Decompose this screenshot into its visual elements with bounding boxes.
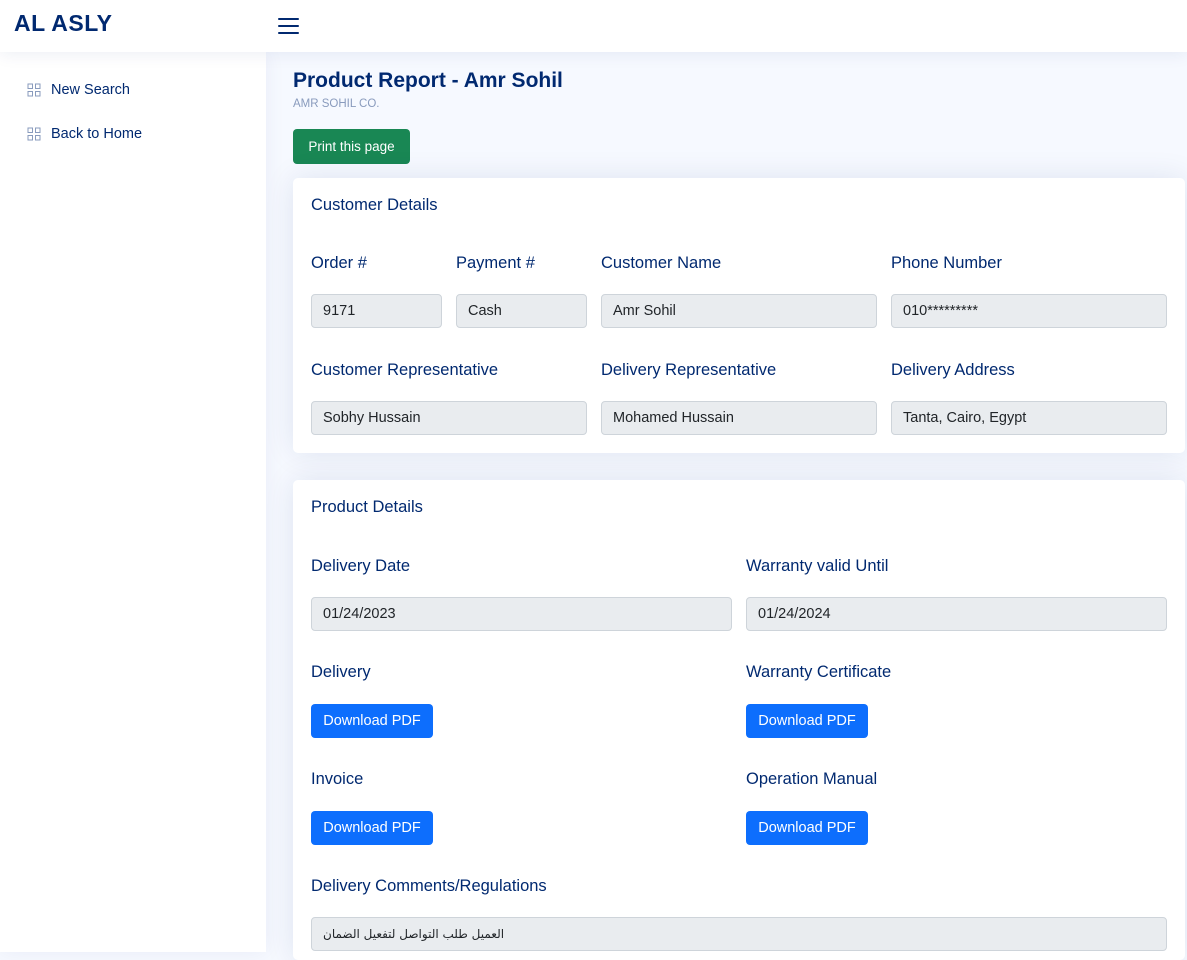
warranty-label: Warranty valid Until — [746, 557, 889, 575]
sidebar: New Search Back to Home — [0, 52, 266, 952]
sidebar-item-new-search[interactable]: New Search — [27, 79, 130, 101]
certificate-download-button[interactable]: Download PDF — [746, 704, 868, 738]
sidebar-item-label: Back to Home — [51, 126, 143, 142]
brand-logo[interactable]: AL ASLY — [14, 10, 113, 37]
customer-rep-field[interactable]: Sobhy Hussain — [311, 401, 587, 435]
card-title: Customer Details — [311, 196, 438, 214]
delivery-label: Delivery — [311, 663, 371, 681]
delivery-rep-field[interactable]: Mohamed Hussain — [601, 401, 877, 435]
order-label: Order # — [311, 254, 367, 272]
sidebar-item-label: New Search — [51, 82, 130, 98]
comments-label: Delivery Comments/Regulations — [311, 877, 547, 895]
payment-field[interactable]: Cash — [456, 294, 587, 328]
main-content: Product Report - Amr Sohil AMR SOHIL CO.… — [266, 52, 1187, 960]
invoice-download-button[interactable]: Download PDF — [311, 811, 433, 845]
grid-icon — [27, 127, 41, 141]
sidebar-item-back-to-home[interactable]: Back to Home — [27, 123, 142, 145]
delivery-date-label: Delivery Date — [311, 557, 411, 575]
delivery-rep-label: Delivery Representative — [601, 361, 777, 379]
print-button[interactable]: Print this page — [293, 129, 410, 164]
delivery-download-button[interactable]: Download PDF — [311, 704, 433, 738]
grid-icon — [27, 83, 41, 97]
menu-toggle-icon[interactable] — [278, 15, 300, 35]
address-field[interactable]: Tanta, Cairo, Egypt — [891, 401, 1167, 435]
customer-rep-label: Customer Representative — [311, 361, 499, 379]
page-title: Product Report - Amr Sohil — [293, 69, 563, 92]
payment-label: Payment # — [456, 254, 535, 272]
manual-download-button[interactable]: Download PDF — [746, 811, 868, 845]
certificate-label: Warranty Certificate — [746, 663, 892, 681]
breadcrumb: AMR SOHIL CO. — [293, 98, 380, 110]
phone-field[interactable]: 010********* — [891, 294, 1167, 328]
invoice-label: Invoice — [311, 770, 364, 788]
order-field[interactable]: 9171 — [311, 294, 442, 328]
card-title: Product Details — [311, 498, 423, 516]
top-header: AL ASLY — [0, 0, 1187, 52]
product-details-card: Product Details Delivery Date 01/24/2023… — [293, 480, 1185, 960]
comments-field[interactable]: العميل طلب التواصل لتفعيل الضمان — [311, 917, 1167, 951]
manual-label: Operation Manual — [746, 770, 878, 788]
phone-label: Phone Number — [891, 254, 1002, 272]
customer-details-card: Customer Details Order # 9171 Payment # … — [293, 178, 1185, 453]
customer-name-field[interactable]: Amr Sohil — [601, 294, 877, 328]
delivery-date-field[interactable]: 01/24/2023 — [311, 597, 732, 631]
warranty-field[interactable]: 01/24/2024 — [746, 597, 1167, 631]
address-label: Delivery Address — [891, 361, 1015, 379]
customer-name-label: Customer Name — [601, 254, 722, 272]
